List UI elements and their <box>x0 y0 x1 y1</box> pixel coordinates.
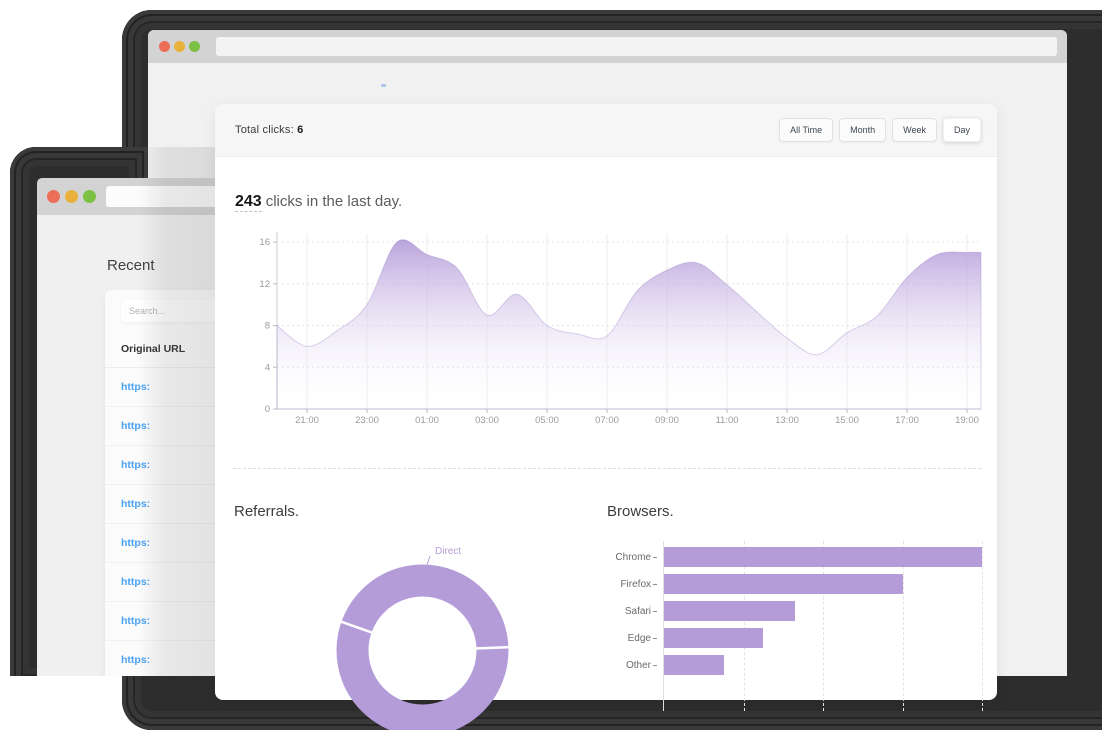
axis-tick <box>653 584 657 585</box>
axis-tick <box>653 665 657 666</box>
bar-row-firefox: Firefox <box>597 574 989 594</box>
svg-text:16: 16 <box>259 237 270 248</box>
svg-text:4: 4 <box>265 362 270 373</box>
referrals-title: Referrals. <box>234 503 299 520</box>
svg-text:Direct: Direct <box>435 546 461 557</box>
filter-button-month[interactable]: Month <box>839 118 886 142</box>
total-clicks-label: Total clicks: <box>235 124 294 136</box>
bar-row-other: Other <box>597 655 989 675</box>
bar-row-chrome: Chrome <box>597 547 989 567</box>
section-divider <box>233 468 981 469</box>
bar[interactable] <box>664 655 724 675</box>
bar-label: Firefox <box>597 579 651 590</box>
stats-card: Total clicks: 6 All TimeMonthWeekDay 243… <box>215 104 997 700</box>
stats-card-header: Total clicks: 6 All TimeMonthWeekDay <box>215 104 997 157</box>
bar[interactable] <box>664 547 982 567</box>
bar[interactable] <box>664 574 903 594</box>
maximize-window-icon[interactable] <box>83 190 96 203</box>
svg-text:15:00: 15:00 <box>835 415 859 426</box>
favicon-dash <box>381 84 386 87</box>
maximize-window-icon[interactable] <box>189 41 200 52</box>
svg-text:07:00: 07:00 <box>595 415 619 426</box>
svg-text:12: 12 <box>259 279 270 290</box>
svg-text:23:00: 23:00 <box>355 415 379 426</box>
svg-text:0: 0 <box>265 404 270 415</box>
svg-text:13:00: 13:00 <box>775 415 799 426</box>
total-clicks-value: 6 <box>297 124 303 136</box>
filter-button-day[interactable]: Day <box>943 118 981 142</box>
svg-text:19:00: 19:00 <box>955 415 979 426</box>
headline: 243clicks in the last day. <box>235 193 402 211</box>
bar[interactable] <box>664 601 795 621</box>
close-window-icon[interactable] <box>47 190 60 203</box>
svg-text:11:00: 11:00 <box>715 415 738 426</box>
clicks-area-chart[interactable]: 21:00 23:00 01:00 03:00 05:00 07:00 09:00 11:00… <box>215 224 997 434</box>
svg-text:01:00: 01:00 <box>415 415 439 426</box>
axis-tick <box>653 611 657 612</box>
address-bar[interactable] <box>216 37 1057 56</box>
svg-text:05:00: 05:00 <box>535 415 559 426</box>
bar-label: Chrome <box>597 552 651 563</box>
front-window-cast-shadow <box>138 147 215 676</box>
filter-button-all-time[interactable]: All Time <box>779 118 833 142</box>
bar[interactable] <box>664 628 763 648</box>
background-browser-window: Recent Original URL https:https:https:ht… <box>0 147 215 676</box>
axis-tick <box>653 638 657 639</box>
close-window-icon[interactable] <box>159 41 170 52</box>
axis-tick <box>653 557 657 558</box>
svg-text:21:00: 21:00 <box>295 415 319 426</box>
bar-label: Edge <box>597 633 651 644</box>
browsers-title: Browsers. <box>607 503 674 520</box>
bar-label: Other <box>597 660 651 671</box>
total-clicks: Total clicks: 6 <box>235 124 303 136</box>
svg-text:17:00: 17:00 <box>895 415 919 426</box>
browsers-bar-chart[interactable]: Chrome Firefox Safari Edge Other <box>597 547 989 717</box>
svg-text:8: 8 <box>265 321 270 332</box>
click-count: 243 <box>235 193 262 212</box>
headline-text: clicks in the last day. <box>266 193 402 210</box>
referrals-donut-chart[interactable]: Direct <box>315 524 545 714</box>
minimize-window-icon[interactable] <box>65 190 78 203</box>
svg-text:03:00: 03:00 <box>475 415 499 426</box>
front-browser-window: Total clicks: 6 All TimeMonthWeekDay 243… <box>148 30 1067 676</box>
bar-row-safari: Safari <box>597 601 989 621</box>
bar-label: Safari <box>597 606 651 617</box>
filter-button-week[interactable]: Week <box>892 118 937 142</box>
svg-text:09:00: 09:00 <box>655 415 679 426</box>
time-filter-group: All TimeMonthWeekDay <box>779 118 981 142</box>
front-browser-toolbar <box>148 30 1067 63</box>
minimize-window-icon[interactable] <box>174 41 185 52</box>
bar-row-edge: Edge <box>597 628 989 648</box>
